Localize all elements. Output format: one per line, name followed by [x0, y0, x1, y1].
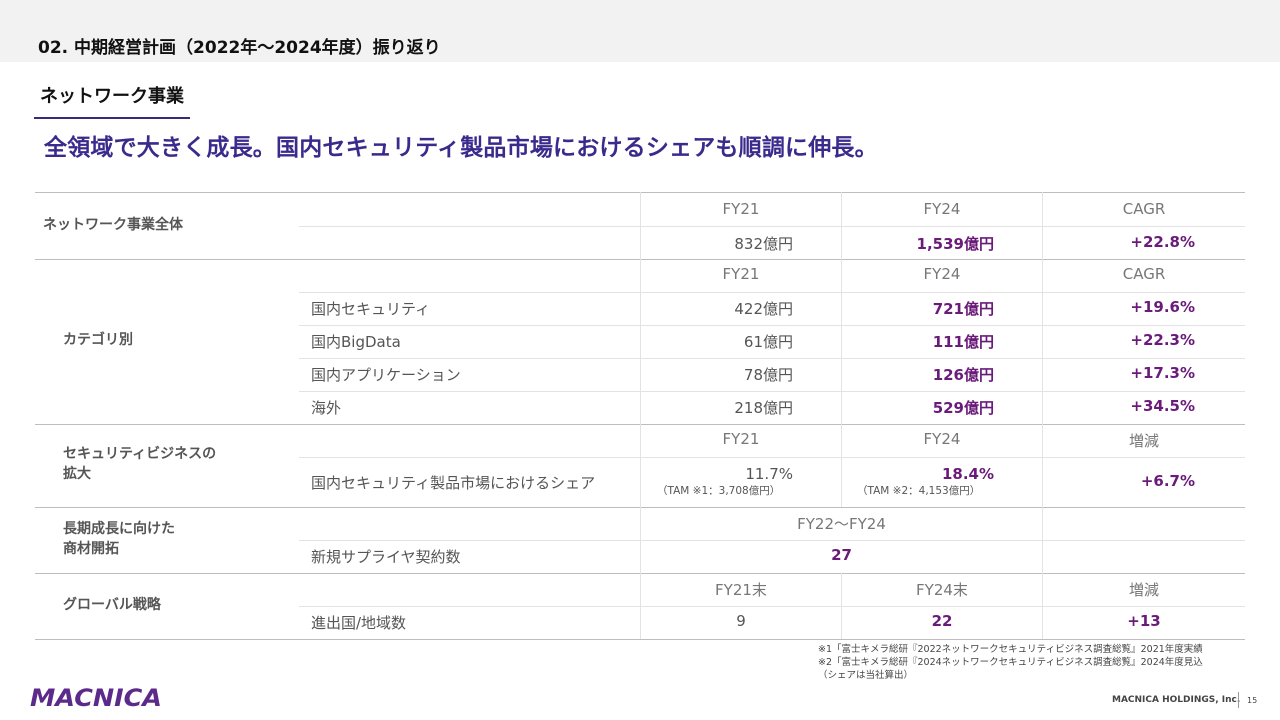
col-header-change: 増減	[1128, 581, 1159, 599]
row-divider	[299, 358, 1245, 359]
category-row-fy21: 422億円	[734, 300, 793, 318]
footnote: （シェアは当社算出）	[818, 670, 914, 681]
group-label-category: カテゴリ別	[63, 332, 133, 348]
category-row-fy24: 529億円	[932, 399, 994, 417]
global-fy24-value: 22	[931, 612, 953, 630]
category-row-cagr: +34.5%	[1130, 397, 1195, 415]
security-fy21-value: 11.7%	[745, 465, 793, 483]
group-label-security: セキュリティビジネスの 拡大	[63, 444, 216, 484]
col-header-fy21: FY21	[722, 200, 760, 218]
footnotes: ※1「富士キメラ総研『2022ネットワークセキュリティビジネス調査総覧』2021…	[818, 643, 1203, 682]
category-row-name: 国内アプリケーション	[311, 366, 461, 384]
category-row-fy24: 721億円	[932, 300, 994, 318]
headline: 全領域で大きく成長。国内セキュリティ製品市場におけるシェアも順調に伸長。	[44, 135, 878, 161]
col-header-fy24: FY24	[923, 265, 961, 283]
products-row-name: 新規サプライヤ契約数	[311, 548, 461, 566]
col-header-fy24: FY24	[923, 430, 961, 448]
overall-cagr-value: +22.8%	[1130, 233, 1195, 251]
row-divider	[299, 457, 1245, 458]
col-header-cagr: CAGR	[1122, 200, 1166, 218]
footnote: ※1「富士キメラ総研『2022ネットワークセキュリティビジネス調査総覧』2021…	[818, 644, 1203, 655]
macnica-logo: MACNICA	[30, 684, 162, 710]
global-change-value: +13	[1127, 612, 1161, 630]
group-label-line: 長期成長に向けた	[63, 521, 175, 537]
global-fy21-value: 9	[736, 612, 746, 630]
footer-divider	[1238, 692, 1239, 708]
category-row-name: 国内BigData	[311, 333, 401, 351]
products-row-value: 27	[831, 546, 852, 564]
overall-fy24-value: 1,539億円	[916, 235, 994, 253]
col-header-change: 増減	[1128, 432, 1159, 450]
page-number: 15	[1247, 696, 1258, 705]
column-divider	[1042, 192, 1043, 639]
table-divider	[35, 639, 1245, 640]
footnote: ※2「富士キメラ総研『2024ネットワークセキュリティビジネス調査総覧』2024…	[818, 657, 1203, 668]
group-label-line: 拡大	[63, 466, 91, 482]
category-row-fy21: 78億円	[743, 366, 793, 384]
category-row-fy21: 61億円	[743, 333, 793, 351]
security-fy21-tam: （TAM ※1：3,708億円）	[657, 485, 781, 497]
col-header-cagr: CAGR	[1122, 265, 1166, 283]
row-divider	[299, 540, 1245, 541]
col-header-fy21: FY21末	[715, 581, 767, 599]
row-divider	[299, 391, 1245, 392]
category-row-name: 海外	[311, 399, 342, 417]
logo-text: MACNICA	[30, 684, 162, 710]
group-label-line: セキュリティビジネスの	[63, 446, 217, 462]
row-divider	[299, 325, 1245, 326]
col-header-fy21: FY21	[722, 430, 760, 448]
row-divider	[299, 606, 1245, 607]
row-divider	[299, 226, 1245, 227]
subsection-underline	[34, 117, 190, 119]
overall-fy21-value: 832億円	[734, 235, 793, 253]
group-label-global: グローバル戦略	[63, 597, 161, 613]
group-label-overall: ネットワーク事業全体	[43, 217, 183, 233]
security-row-name: 国内セキュリティ製品市場におけるシェア	[311, 474, 596, 492]
group-label-products: 長期成長に向けた 商材開拓	[63, 519, 175, 559]
col-header-fy21: FY21	[722, 265, 760, 283]
company-name: MACNICA HOLDINGS, Inc.	[1112, 695, 1241, 705]
col-header-fy24: FY24	[923, 200, 961, 218]
col-header-period: FY22～FY24	[797, 515, 886, 533]
category-row-cagr: +19.6%	[1130, 298, 1195, 316]
col-header-fy24: FY24末	[916, 581, 968, 599]
category-row-cagr: +22.3%	[1130, 331, 1195, 349]
category-row-fy21: 218億円	[734, 399, 793, 417]
security-change-value: +6.7%	[1140, 472, 1195, 490]
subsection-title: ネットワーク事業	[40, 86, 184, 107]
global-row-name: 進出国/地域数	[311, 614, 407, 632]
section-title: 02. 中期経営計画（2022年～2024年度）振り返り	[38, 38, 441, 58]
row-divider	[299, 292, 1245, 293]
group-label-line: 商材開拓	[63, 541, 119, 557]
category-row-cagr: +17.3%	[1130, 364, 1195, 382]
security-fy24-tam: （TAM ※2：4,153億円）	[857, 485, 981, 497]
category-row-fy24: 126億円	[932, 366, 994, 384]
security-fy24-value: 18.4%	[941, 465, 994, 483]
category-row-fy24: 111億円	[932, 333, 994, 351]
results-table: ネットワーク事業全体 FY21 FY24 CAGR 832億円 1,539億円 …	[35, 192, 1245, 640]
category-row-name: 国内セキュリティ	[311, 300, 431, 318]
